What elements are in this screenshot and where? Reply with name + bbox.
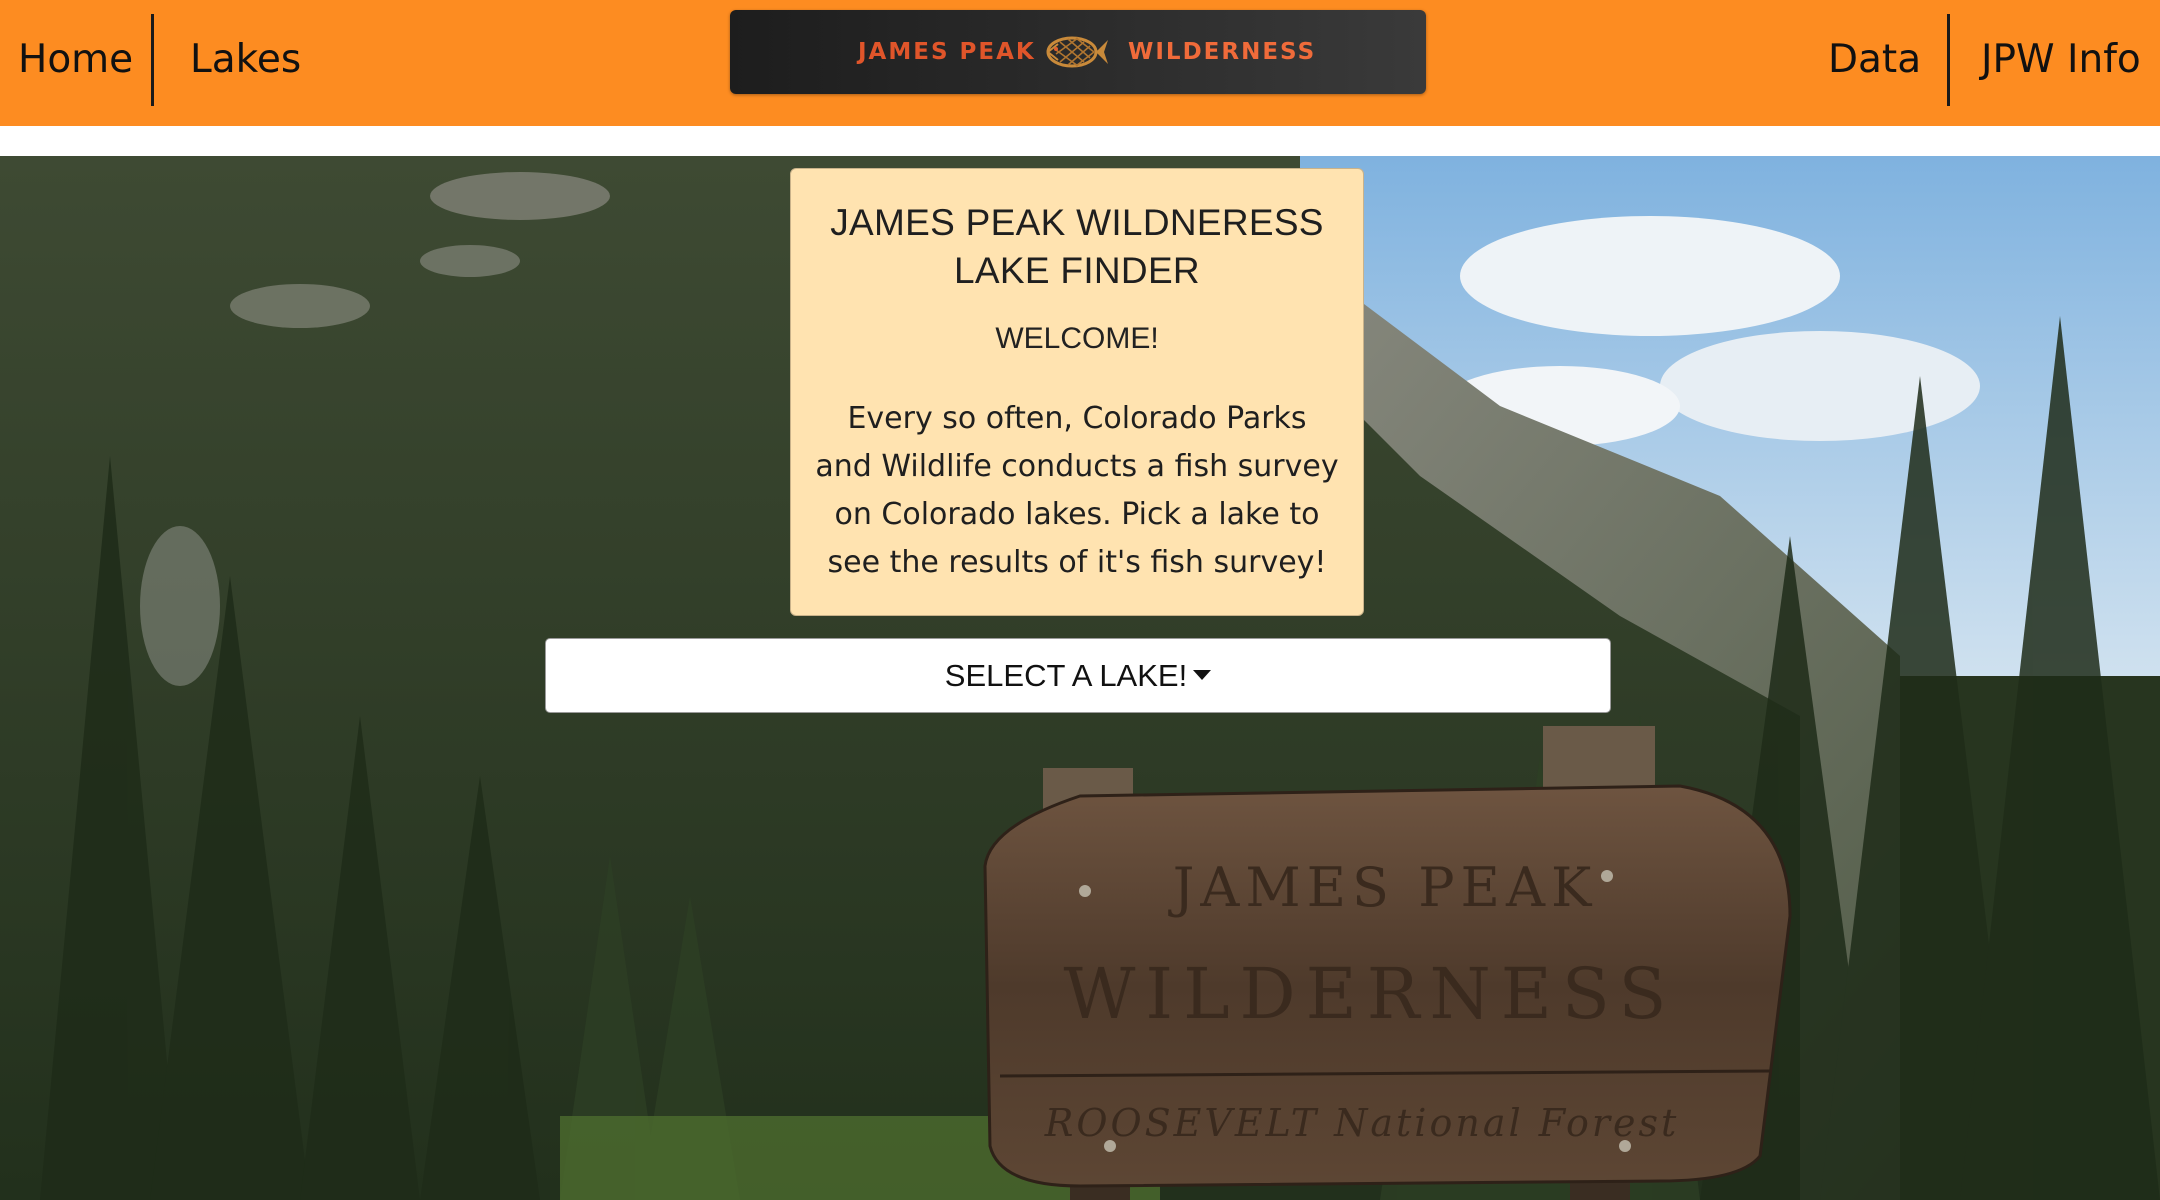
nav-divider [1947, 14, 1950, 106]
sign-line1-text: JAMES PEAK [1168, 856, 1598, 919]
top-navbar: Home Lakes JAMES PEAK WILDERNESS Data JP… [0, 0, 2160, 126]
sign-line2-text: WILDERNESS [1063, 953, 1676, 1035]
nav-lakes-link[interactable]: Lakes [190, 14, 301, 106]
fish-icon [1046, 36, 1108, 68]
caret-down-icon [1193, 669, 1212, 680]
brand-logo[interactable]: JAMES PEAK WILDERNESS [730, 10, 1426, 94]
nav-divider [151, 14, 154, 106]
select-lake-label: SELECT A LAKE! [944, 658, 1188, 693]
select-lake-dropdown-button[interactable]: SELECT A LAKE! [545, 638, 1611, 713]
sign-line3-text: ROOSEVELT National Forest [1044, 1101, 1680, 1145]
welcome-description: Every so often, Colorado Parks and Wildl… [815, 401, 1339, 580]
welcome-heading: WELCOME! [995, 322, 1159, 355]
brand-text-right: WILDERNESS [1128, 39, 1317, 65]
welcome-card: JAMES PEAK WILDNERESS LAKE FINDER WELCOM… [790, 168, 1364, 616]
nav-home-link[interactable]: Home [18, 14, 133, 106]
nav-data-link[interactable]: Data [1828, 14, 1921, 106]
brand-text-left: JAMES PEAK [858, 39, 1036, 65]
page-title: JAMES PEAK WILDNERESS LAKE FINDER [830, 202, 1324, 291]
nav-jpw-info-link[interactable]: JPW Info [1981, 14, 2141, 106]
